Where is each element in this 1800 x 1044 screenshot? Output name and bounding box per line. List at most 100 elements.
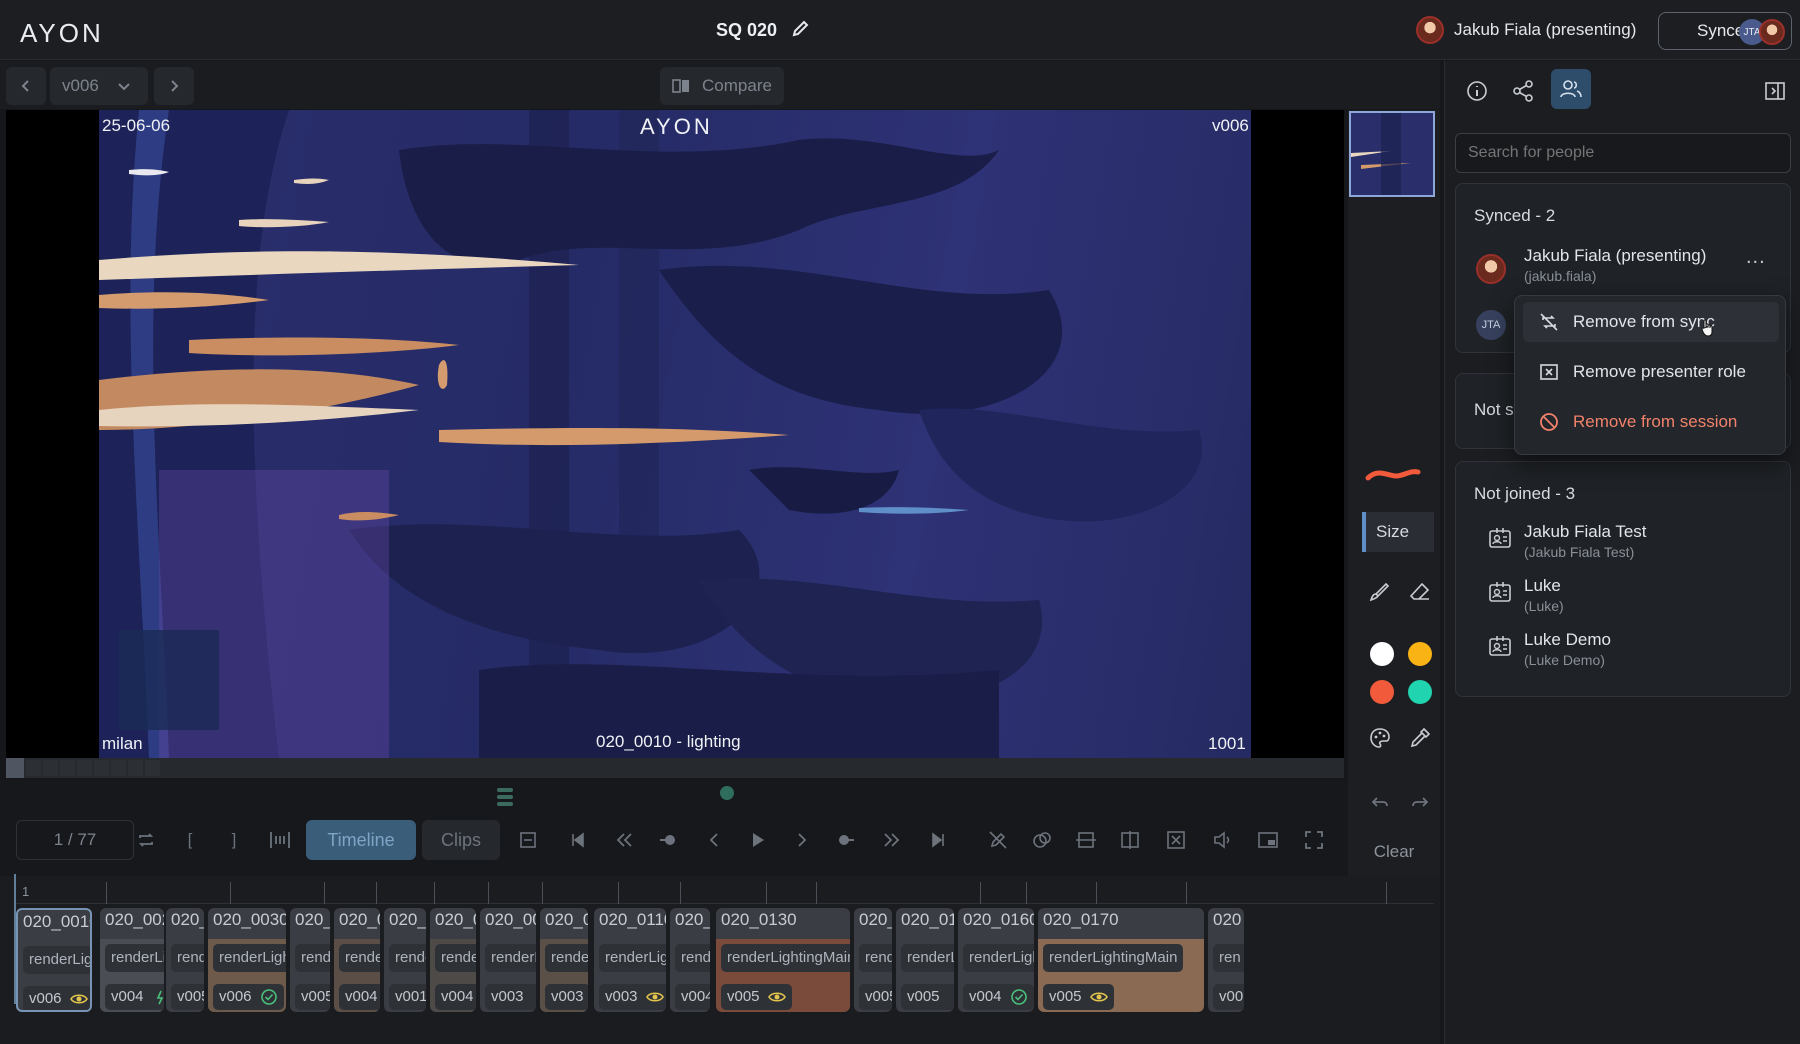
video-viewer[interactable]: 25-06-06 AYON v006 milan 020_0010 - ligh… — [6, 110, 1344, 758]
split-view-button[interactable] — [1110, 820, 1150, 860]
timeline-clip[interactable]: 020_0 renderL v004 — [334, 908, 380, 1012]
play-button[interactable] — [738, 820, 778, 860]
drag-handle-icon[interactable] — [496, 786, 514, 808]
info-tab-button[interactable] — [1465, 79, 1489, 103]
prev-frame-button[interactable] — [694, 820, 734, 860]
timeline-clip[interactable]: 020_0170 renderLightingMain v005 — [1038, 908, 1204, 1012]
timeline-clip[interactable]: 020_00 renderLi v003 — [480, 908, 536, 1012]
timeline-clip[interactable]: 020_rend v005 — [854, 908, 892, 1012]
clip-version-label: v003 — [605, 988, 638, 1005]
remove-from-session-label: Remove from session — [1573, 412, 1738, 431]
color-swatch[interactable] — [1370, 680, 1394, 704]
person-avatar — [1476, 254, 1506, 284]
video-frame-art — [99, 110, 1203, 758]
timeline-clip[interactable]: 020_0010 renderLighting v006 — [16, 908, 92, 1012]
picture-in-picture-button[interactable] — [1248, 820, 1288, 860]
synced-button[interactable]: Synced JTA — [1658, 12, 1792, 50]
timeline-clip[interactable]: 020_render v005 — [290, 908, 330, 1012]
share-tab-button[interactable] — [1511, 79, 1535, 103]
compare-button[interactable]: Compare — [660, 67, 784, 105]
redo-button[interactable] — [1408, 790, 1432, 814]
user-avatar[interactable] — [1416, 16, 1444, 44]
volume-button[interactable] — [1202, 820, 1242, 860]
next-frame-button[interactable] — [782, 820, 822, 860]
remove-presenter-role-label: Remove presenter role — [1573, 362, 1746, 381]
people-tab-button[interactable] — [1551, 69, 1591, 109]
timeline-clip[interactable]: 020_0030 renderLighting v006 — [208, 908, 286, 1012]
synced-avatar-user — [1759, 19, 1785, 45]
remove-from-session-item[interactable]: Remove from session — [1523, 402, 1779, 442]
clip-version: v004 — [435, 984, 476, 1010]
double-chevron-right-icon — [884, 833, 900, 847]
undo-icon — [1371, 797, 1388, 807]
ayon-logo[interactable]: AYON — [20, 18, 104, 49]
timeline-ruler[interactable]: 1 — [14, 874, 1434, 1004]
annotations-toggle-button[interactable] — [978, 820, 1018, 860]
timeline-clip[interactable]: 020 ren v00 — [1208, 908, 1244, 1012]
color-palette-button[interactable] — [1368, 726, 1392, 750]
clip-name: 020_0170 — [1043, 910, 1119, 929]
fullscreen-button[interactable] — [1294, 820, 1334, 860]
remove-presenter-role-item[interactable]: Remove presenter role — [1523, 352, 1779, 392]
guides-button[interactable] — [1066, 820, 1106, 860]
tab-timeline[interactable]: Timeline — [306, 820, 416, 860]
loop-button[interactable] — [126, 820, 166, 860]
set-out-point-button[interactable]: ] — [216, 820, 252, 860]
clip-name: 020_0030 — [213, 910, 286, 929]
version-thumbnail[interactable] — [1349, 111, 1435, 197]
timeline-clip[interactable]: 020_0render v004 — [430, 908, 476, 1012]
clip-task: render — [545, 944, 588, 972]
color-swatch[interactable] — [1408, 642, 1432, 666]
next-keyframe-button[interactable] — [826, 820, 866, 860]
stroke-preview-icon — [1365, 469, 1421, 481]
color-swatch[interactable] — [1408, 680, 1432, 704]
timeline-clip[interactable]: 020_render v001 — [384, 908, 426, 1012]
playhead-marker-dot[interactable] — [720, 786, 734, 800]
brush-size-button[interactable]: Size — [1362, 512, 1434, 552]
timeline-clip[interactable]: 020_render v005 — [166, 908, 204, 1012]
timeline-clip[interactable]: 020_0160 renderLigh v004 — [958, 908, 1034, 1012]
color-swatch[interactable] — [1370, 642, 1394, 666]
search-people-input[interactable] — [1455, 133, 1791, 173]
timeline-clip[interactable]: 020_0110 renderLighting v003 — [594, 908, 666, 1012]
clip-version: v005 — [295, 984, 330, 1010]
prev-version-button[interactable] — [6, 67, 46, 105]
presenter-off-icon — [1540, 364, 1558, 380]
chevron-left-icon — [709, 833, 718, 847]
timeline-clip[interactable]: 020_01 renderL v005 — [896, 908, 954, 1012]
clip-task: rend — [859, 944, 892, 972]
remove-from-sync-item[interactable]: Remove from sync — [1523, 302, 1779, 342]
skip-start-button[interactable] — [558, 820, 598, 860]
clip-version: v005 — [721, 984, 792, 1010]
fast-forward-button[interactable] — [872, 820, 912, 860]
eyedropper-button[interactable] — [1408, 726, 1432, 750]
undo-button[interactable] — [1368, 790, 1392, 814]
scrub-segments — [26, 760, 160, 776]
timeline-clip[interactable]: 020_0render v003 — [540, 908, 588, 1012]
clear-annotations-button[interactable]: Clear — [1362, 842, 1426, 862]
brush-tool-button[interactable] — [1368, 580, 1392, 604]
collapse-panel-button[interactable] — [1763, 79, 1787, 103]
timeline-clip[interactable]: 020_0130 renderLightingMain v005 — [716, 908, 850, 1012]
overlay-button[interactable] — [1022, 820, 1062, 860]
prev-keyframe-button[interactable] — [648, 820, 688, 860]
range-button[interactable] — [260, 820, 300, 860]
eraser-tool-button[interactable] — [1408, 580, 1432, 604]
not-joined-card: Not joined - 3 Jakub Fiala Test (Jakub Fi… — [1455, 461, 1791, 697]
timeline-clip[interactable]: 020_rende v004 — [670, 908, 710, 1012]
inbox-button[interactable] — [508, 820, 548, 860]
frame-counter-input[interactable]: 1 / 77 — [16, 820, 134, 860]
version-select[interactable]: v006 — [50, 67, 148, 105]
next-version-button[interactable] — [154, 67, 194, 105]
person-username: (Luke Demo) — [1524, 652, 1605, 668]
person-more-button[interactable]: ... — [1746, 246, 1766, 269]
rewind-button[interactable] — [604, 820, 644, 860]
frame-scrub-bar[interactable] — [6, 758, 1344, 778]
edit-title-icon[interactable] — [791, 18, 811, 43]
person-name: Luke — [1524, 576, 1561, 595]
set-in-point-button[interactable]: [ — [172, 820, 208, 860]
tab-clips[interactable]: Clips — [422, 820, 500, 860]
timeline-clip[interactable]: 020_0020 renderLighting v004 — [100, 908, 164, 1012]
safe-area-button[interactable] — [1156, 820, 1196, 860]
skip-end-button[interactable] — [918, 820, 958, 860]
